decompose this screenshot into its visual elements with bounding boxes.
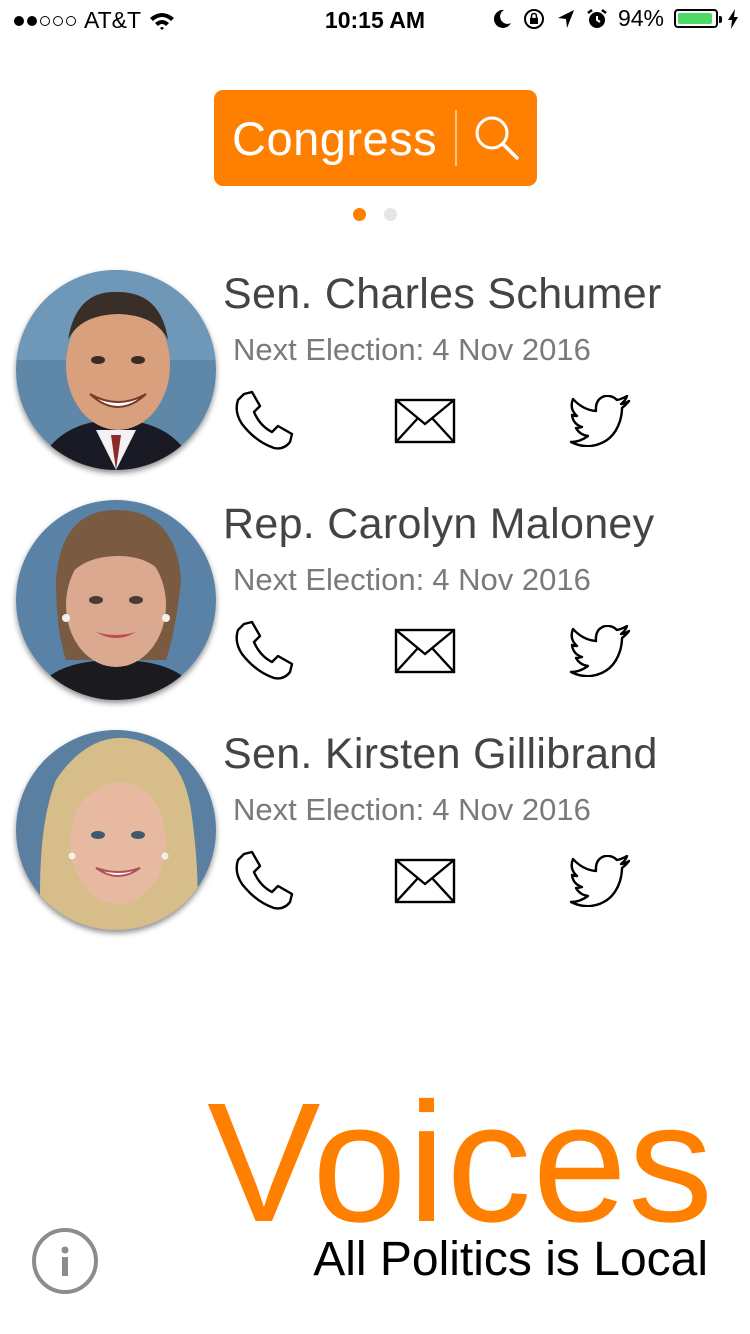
election-date: 4 Nov 2016 [432, 562, 591, 597]
location-arrow-icon [557, 9, 574, 28]
phone-icon[interactable] [228, 848, 298, 914]
phone-icon[interactable] [228, 618, 298, 684]
phone-icon[interactable] [228, 388, 298, 454]
page-dot-2[interactable] [384, 208, 397, 221]
alarm-icon [587, 8, 607, 28]
twitter-icon[interactable] [565, 848, 635, 914]
battery-percent: 94% [617, 5, 664, 31]
representative-card[interactable]: Sen. Charles Schumer Next Election: 4 Nov… [0, 270, 750, 480]
battery-icon [674, 9, 722, 28]
info-icon[interactable] [32, 1228, 98, 1294]
mail-icon[interactable] [390, 388, 460, 454]
representative-card[interactable]: Sen. Kirsten Gillibrand Next Election: 4 … [0, 730, 750, 940]
selector-label: Congress [232, 111, 438, 165]
status-bar: AT&T 10:15 AM 94% [0, 0, 750, 40]
election-label: Next Election: [233, 332, 425, 367]
moon-icon [493, 9, 511, 28]
charging-bolt-icon [728, 8, 738, 29]
representative-name: Sen. Kirsten Gillibrand [223, 730, 658, 778]
next-election: Next Election: 4 Nov 2016 [233, 792, 591, 828]
status-right: 94% [492, 5, 738, 32]
page-indicator[interactable] [0, 208, 750, 221]
election-label: Next Election: [233, 562, 425, 597]
mail-icon[interactable] [390, 618, 460, 684]
tagline: All Politics is Local [313, 1233, 708, 1286]
twitter-icon[interactable] [565, 388, 635, 454]
representative-card[interactable]: Rep. Carolyn Maloney Next Election: 4 Nov… [0, 500, 750, 710]
twitter-icon[interactable] [565, 618, 635, 684]
brand-logo: Voices [207, 1068, 714, 1258]
page-dot-1[interactable] [353, 208, 366, 221]
congress-selector-button[interactable]: Congress [214, 90, 537, 186]
election-date: 4 Nov 2016 [432, 792, 591, 827]
representative-name: Sen. Charles Schumer [223, 270, 662, 318]
election-date: 4 Nov 2016 [432, 332, 591, 367]
next-election: Next Election: 4 Nov 2016 [233, 332, 591, 368]
next-election: Next Election: 4 Nov 2016 [233, 562, 591, 598]
battery-fill [678, 13, 712, 24]
election-label: Next Election: [233, 792, 425, 827]
representative-photo[interactable] [16, 270, 216, 470]
search-icon[interactable] [457, 90, 537, 186]
mail-icon[interactable] [390, 848, 460, 914]
representative-photo[interactable] [16, 500, 216, 700]
rotation-lock-icon [523, 8, 544, 29]
representative-name: Rep. Carolyn Maloney [223, 500, 655, 548]
representative-photo[interactable] [16, 730, 216, 930]
